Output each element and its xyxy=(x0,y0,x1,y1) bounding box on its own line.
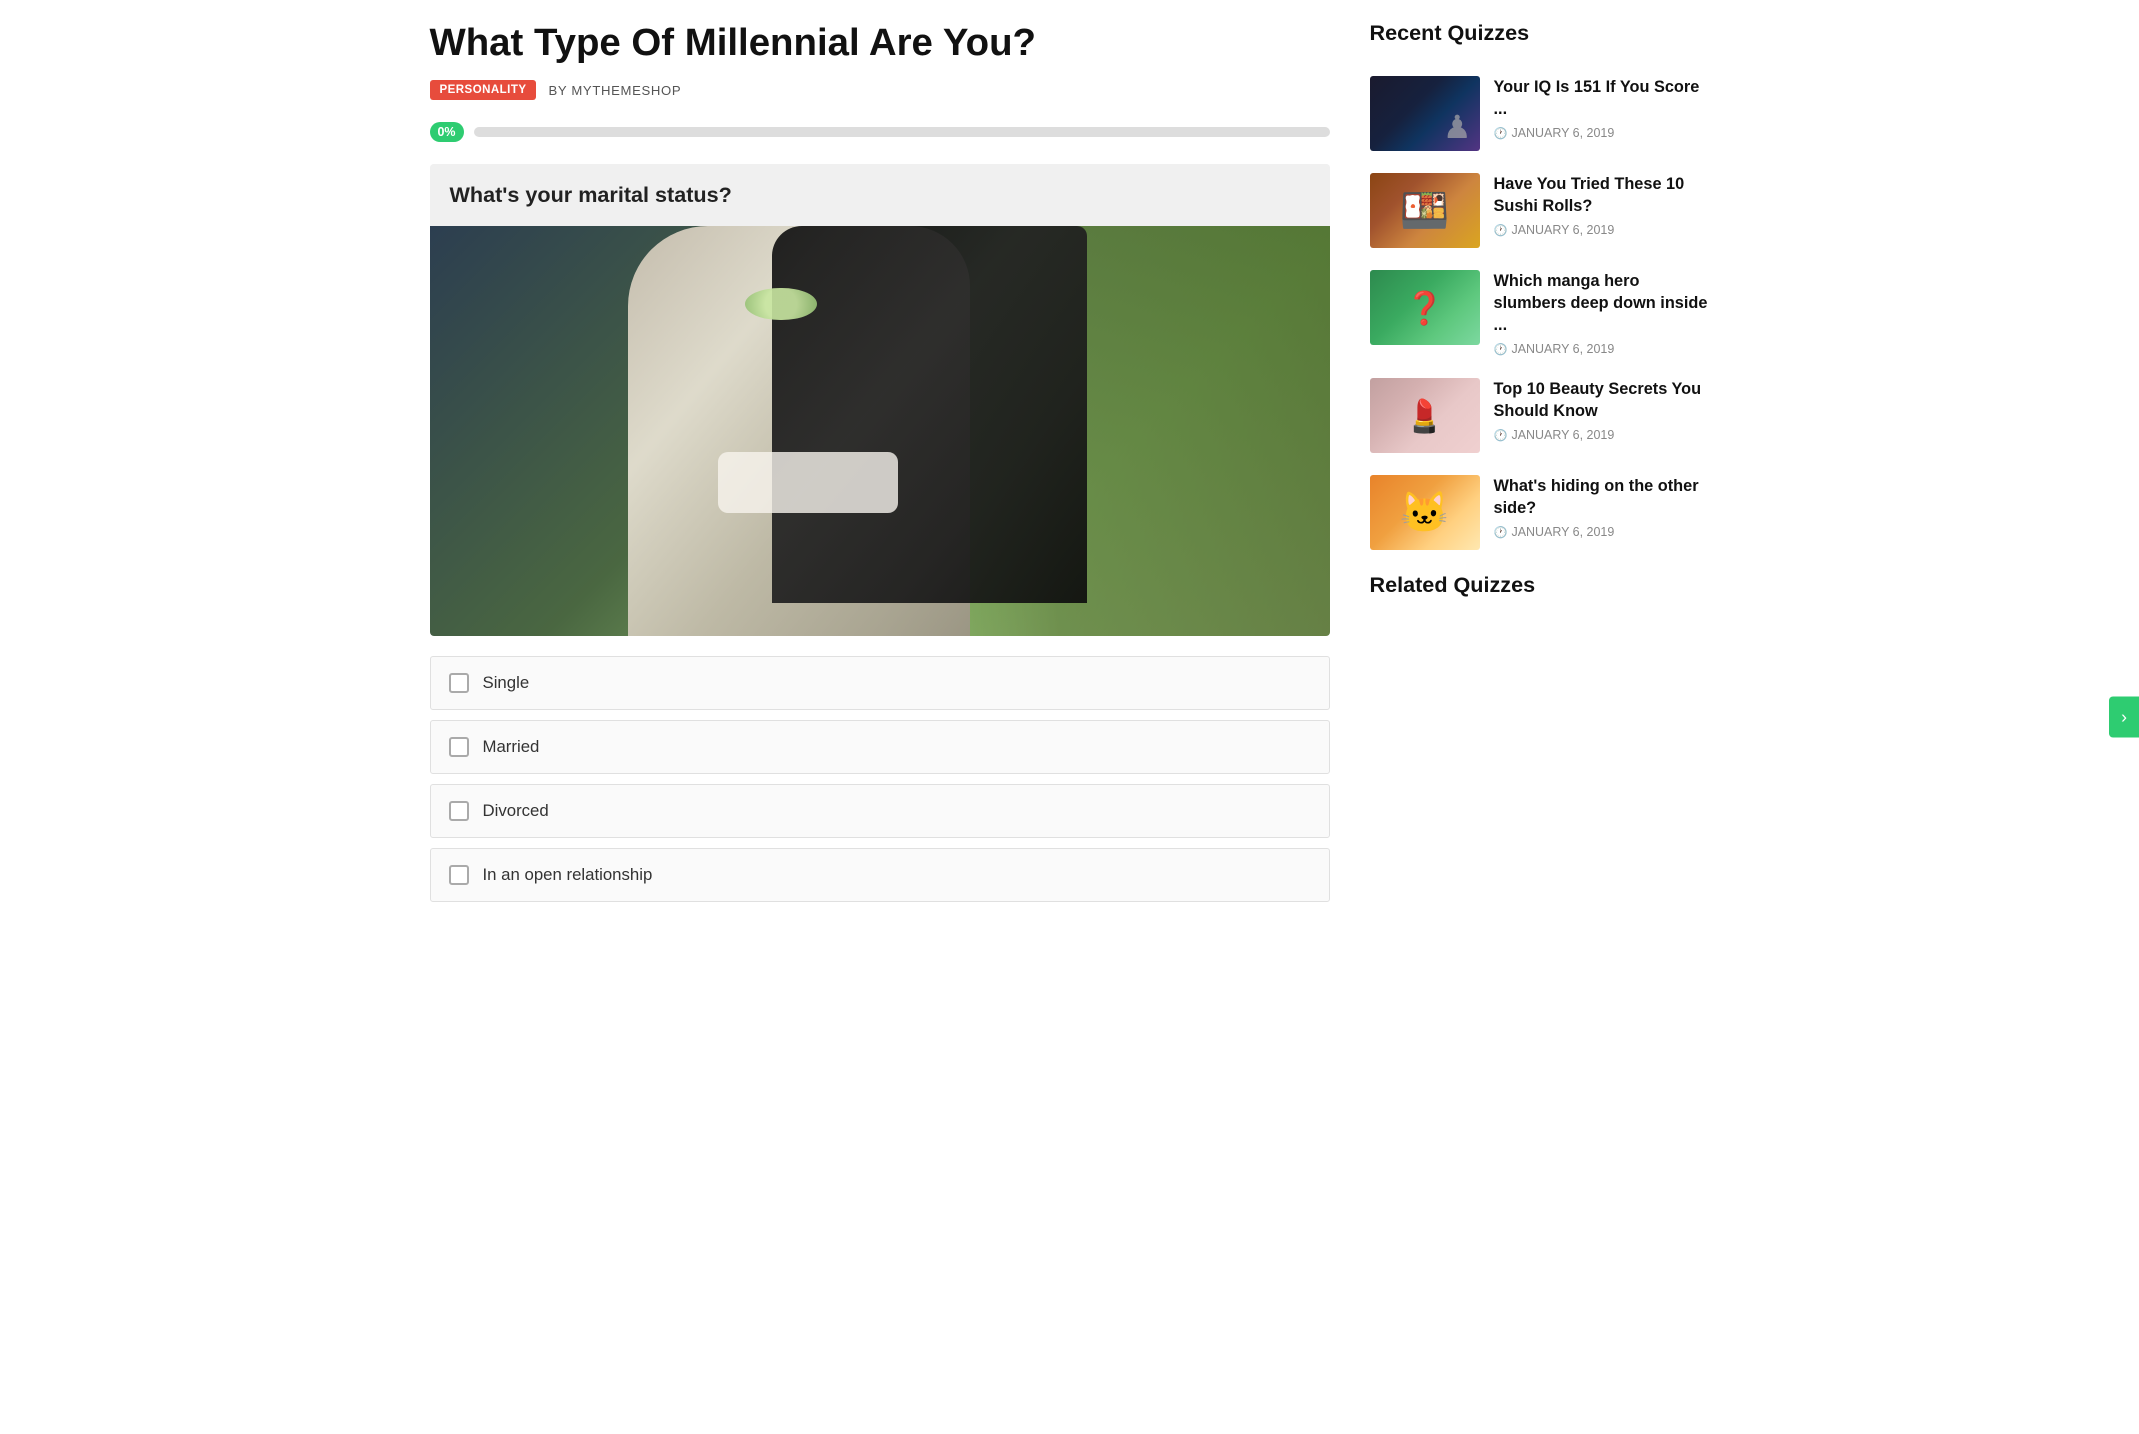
related-quizzes-title: Related Quizzes xyxy=(1370,572,1710,608)
answer-options: Single Married Divorced In an open relat… xyxy=(430,656,1330,902)
checkbox-divorced[interactable] xyxy=(449,801,469,821)
answer-option-open[interactable]: In an open relationship xyxy=(430,848,1330,902)
quiz-item-iq[interactable]: Your IQ Is 151 If You Score ... JANUARY … xyxy=(1370,76,1710,151)
quiz-title-beauty[interactable]: Top 10 Beauty Secrets You Should Know xyxy=(1494,378,1710,422)
quiz-date-iq: JANUARY 6, 2019 xyxy=(1494,126,1710,140)
answer-option-single[interactable]: Single xyxy=(430,656,1330,710)
scroll-hint[interactable]: › xyxy=(2109,697,2139,738)
quiz-date-sushi: JANUARY 6, 2019 xyxy=(1494,223,1710,237)
quiz-title-iq[interactable]: Your IQ Is 151 If You Score ... xyxy=(1494,76,1710,120)
quiz-date-cat: JANUARY 6, 2019 xyxy=(1494,525,1710,539)
answer-label-open: In an open relationship xyxy=(483,865,653,885)
meta-row: PERSONALITY BY MYTHEMESHOP xyxy=(430,80,1330,100)
question-image xyxy=(430,226,1330,636)
quiz-date-manga: JANUARY 6, 2019 xyxy=(1494,342,1710,356)
quiz-item-cat[interactable]: What's hiding on the other side? JANUARY… xyxy=(1370,475,1710,550)
groom-silhouette xyxy=(772,226,1087,603)
page-title: What Type Of Millennial Are You? xyxy=(430,20,1330,66)
quiz-item-sushi[interactable]: Have You Tried These 10 Sushi Rolls? JAN… xyxy=(1370,173,1710,248)
quiz-item-beauty[interactable]: Top 10 Beauty Secrets You Should Know JA… xyxy=(1370,378,1710,453)
checkbox-married[interactable] xyxy=(449,737,469,757)
recent-quizzes-title: Recent Quizzes xyxy=(1370,20,1710,56)
checkbox-open[interactable] xyxy=(449,865,469,885)
question-card: What's your marital status? xyxy=(430,164,1330,636)
answer-label-divorced: Divorced xyxy=(483,801,549,821)
quiz-item-manga[interactable]: Which manga hero slumbers deep down insi… xyxy=(1370,270,1710,356)
answer-label-single: Single xyxy=(483,673,530,693)
quiz-date-beauty: JANUARY 6, 2019 xyxy=(1494,428,1710,442)
recent-quizzes-list: Your IQ Is 151 If You Score ... JANUARY … xyxy=(1370,76,1710,550)
main-content: What Type Of Millennial Are You? PERSONA… xyxy=(430,20,1330,912)
quiz-thumbnail-cat xyxy=(1370,475,1480,550)
author-text: BY MYTHEMESHOP xyxy=(548,83,681,98)
progress-bar-track xyxy=(474,127,1330,137)
progress-label: 0% xyxy=(430,122,464,142)
quiz-thumbnail-manga xyxy=(1370,270,1480,345)
page-container: What Type Of Millennial Are You? PERSONA… xyxy=(400,0,1740,932)
flower-accent xyxy=(745,288,817,321)
progress-container: 0% xyxy=(430,122,1330,142)
quiz-title-sushi[interactable]: Have You Tried These 10 Sushi Rolls? xyxy=(1494,173,1710,217)
quiz-info-sushi: Have You Tried These 10 Sushi Rolls? JAN… xyxy=(1494,173,1710,237)
quiz-title-cat[interactable]: What's hiding on the other side? xyxy=(1494,475,1710,519)
quiz-thumbnail-beauty xyxy=(1370,378,1480,453)
checkbox-single[interactable] xyxy=(449,673,469,693)
quiz-info-iq: Your IQ Is 151 If You Score ... JANUARY … xyxy=(1494,76,1710,140)
quiz-thumbnail-iq xyxy=(1370,76,1480,151)
question-text: What's your marital status? xyxy=(430,164,1330,226)
category-badge[interactable]: PERSONALITY xyxy=(430,80,537,100)
hands-area xyxy=(718,452,898,514)
answer-option-divorced[interactable]: Divorced xyxy=(430,784,1330,838)
answer-label-married: Married xyxy=(483,737,540,757)
sidebar: Recent Quizzes Your IQ Is 151 If You Sco… xyxy=(1370,20,1710,912)
quiz-info-manga: Which manga hero slumbers deep down insi… xyxy=(1494,270,1710,356)
quiz-info-beauty: Top 10 Beauty Secrets You Should Know JA… xyxy=(1494,378,1710,442)
quiz-info-cat: What's hiding on the other side? JANUARY… xyxy=(1494,475,1710,539)
quiz-thumbnail-sushi xyxy=(1370,173,1480,248)
quiz-title-manga[interactable]: Which manga hero slumbers deep down insi… xyxy=(1494,270,1710,336)
answer-option-married[interactable]: Married xyxy=(430,720,1330,774)
